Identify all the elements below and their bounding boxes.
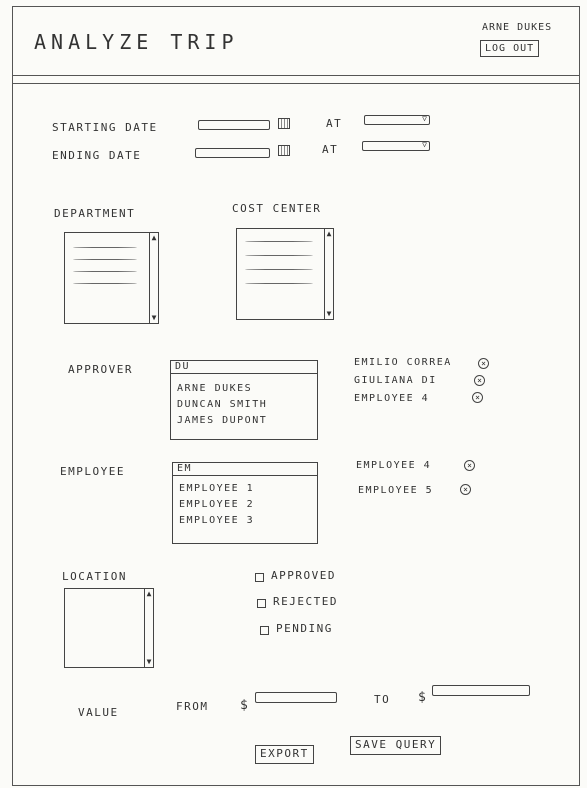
approved-label: APPROVED <box>271 569 336 582</box>
employee-search-input[interactable]: EM <box>173 463 317 476</box>
to-currency-symbol: $ <box>418 690 428 705</box>
starting-date-input[interactable] <box>198 120 270 130</box>
export-button[interactable]: EXPORT <box>255 745 314 764</box>
list-item[interactable] <box>73 283 137 284</box>
value-from-input[interactable] <box>255 692 337 703</box>
cost-center-listbox[interactable]: ▲ ▼ <box>236 228 334 320</box>
location-scrollbar[interactable]: ▲ ▼ <box>144 589 153 667</box>
value-from-label: FROM <box>176 700 209 713</box>
rejected-label: REJECTED <box>273 595 338 608</box>
pending-label: PENDING <box>276 622 333 635</box>
remove-icon[interactable]: × <box>474 375 485 386</box>
starting-date-calendar-icon[interactable] <box>278 118 290 129</box>
approver-selected-item: GIULIANA DI <box>354 375 437 386</box>
cost-center-label: COST CENTER <box>232 202 322 215</box>
list-item[interactable] <box>73 259 137 260</box>
approver-label: APPROVER <box>68 363 133 376</box>
approver-suggestion[interactable]: DUNCAN SMITH <box>177 399 267 410</box>
starting-at-label: AT <box>326 117 343 130</box>
ending-date-label: ENDING DATE <box>52 149 142 162</box>
starting-time-dropdown-icon: ▽ <box>422 114 427 123</box>
user-name: ARNE DUKES <box>482 22 553 33</box>
rejected-checkbox[interactable] <box>257 599 266 608</box>
scroll-up-icon[interactable]: ▲ <box>145 589 153 599</box>
location-label: LOCATION <box>62 570 127 583</box>
header-divider-secondary <box>12 83 580 84</box>
remove-icon[interactable]: × <box>478 358 489 369</box>
employee-label: EMPLOYEE <box>60 465 125 478</box>
page-title: ANALYZE TRIP <box>34 30 239 54</box>
department-listbox[interactable]: ▲ ▼ <box>64 232 159 324</box>
header-divider <box>12 75 580 76</box>
scroll-down-icon[interactable]: ▼ <box>150 313 158 323</box>
approver-suggestion[interactable]: ARNE DUKES <box>177 383 252 394</box>
list-item[interactable] <box>73 247 137 248</box>
value-to-input[interactable] <box>432 685 530 696</box>
department-label: DEPARTMENT <box>54 207 136 220</box>
list-item[interactable] <box>245 269 313 270</box>
ending-date-calendar-icon[interactable] <box>278 145 290 156</box>
approver-selected-item: EMILIO CORREA <box>354 357 452 368</box>
department-scrollbar[interactable]: ▲ ▼ <box>149 233 158 323</box>
approved-checkbox[interactable] <box>255 573 264 582</box>
pending-checkbox[interactable] <box>260 626 269 635</box>
list-item[interactable] <box>245 241 313 242</box>
scroll-down-icon[interactable]: ▼ <box>145 657 153 667</box>
save-query-button[interactable]: SAVE QUERY <box>350 736 442 755</box>
remove-icon[interactable]: × <box>460 484 471 495</box>
remove-icon[interactable]: × <box>464 460 475 471</box>
ending-at-label: AT <box>322 143 339 156</box>
approver-suggestion[interactable]: JAMES DUPONT <box>177 415 267 426</box>
ending-time-select[interactable]: ▽ <box>362 140 430 151</box>
scroll-down-icon[interactable]: ▼ <box>325 309 333 319</box>
logout-button[interactable]: LOG OUT <box>480 40 540 57</box>
value-to-label: TO <box>374 693 391 706</box>
list-item[interactable] <box>73 271 137 272</box>
value-label: VALUE <box>78 706 119 719</box>
employee-autocomplete: EM EMPLOYEE 1 EMPLOYEE 2 EMPLOYEE 3 <box>172 462 318 544</box>
starting-time-select[interactable]: ▽ <box>364 114 430 125</box>
approver-autocomplete: DU ARNE DUKES DUNCAN SMITH JAMES DUPONT <box>170 360 318 440</box>
remove-icon[interactable]: × <box>472 392 483 403</box>
scroll-up-icon[interactable]: ▲ <box>150 233 158 243</box>
employee-suggestion[interactable]: EMPLOYEE 1 <box>179 483 254 494</box>
starting-date-label: STARTING DATE <box>52 121 158 134</box>
employee-suggestion[interactable]: EMPLOYEE 2 <box>179 499 254 510</box>
approver-selected-item: EMPLOYEE 4 <box>354 393 430 404</box>
scroll-up-icon[interactable]: ▲ <box>325 229 333 239</box>
employee-selected-item: EMPLOYEE 5 <box>358 485 434 496</box>
list-item[interactable] <box>245 255 313 256</box>
ending-time-dropdown-icon: ▽ <box>422 140 427 149</box>
ending-date-input[interactable] <box>195 148 270 158</box>
from-currency-symbol: $ <box>240 698 250 713</box>
employee-suggestion[interactable]: EMPLOYEE 3 <box>179 515 254 526</box>
list-item[interactable] <box>245 283 313 284</box>
location-listbox[interactable]: ▲ ▼ <box>64 588 154 668</box>
approver-search-input[interactable]: DU <box>171 361 317 374</box>
employee-selected-item: EMPLOYEE 4 <box>356 460 432 471</box>
cost-center-scrollbar[interactable]: ▲ ▼ <box>324 229 333 319</box>
